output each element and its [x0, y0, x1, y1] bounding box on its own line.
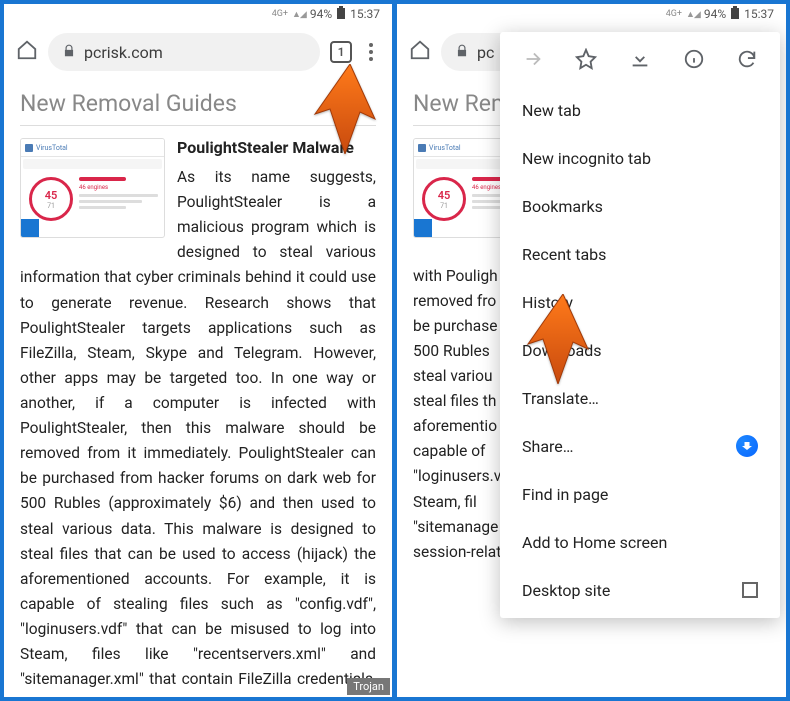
battery-icon — [336, 6, 346, 23]
menu-new-incognito[interactable]: New incognito tab — [500, 134, 780, 182]
engines-bar — [79, 177, 126, 181]
status-bar: 4G+ ▲◢ 94% 15:37 — [397, 4, 786, 24]
menu-recent-tabs[interactable]: Recent tabs — [500, 230, 780, 278]
annotation-arrow-history — [523, 294, 593, 388]
refresh-icon[interactable] — [736, 48, 758, 70]
home-icon[interactable] — [16, 39, 38, 65]
status-bar: 4G+ ▲◢ 94% 15:37 — [4, 4, 392, 24]
screenshot-right: 4G+ ▲◢ 94% 15:37 pc New Rem Vir — [395, 4, 786, 697]
url-text: pcrisk.com — [84, 43, 163, 62]
address-bar[interactable]: pcrisk.com — [48, 33, 320, 71]
info-icon[interactable] — [683, 48, 705, 70]
lock-icon — [62, 43, 76, 62]
network-type: 4G+ — [666, 9, 682, 19]
clock: 15:37 — [744, 7, 774, 21]
screenshot-left: 4G+ ▲◢ 94% 15:37 pcrisk.com 1 New Remova… — [4, 4, 395, 697]
menu-desktop-site[interactable]: Desktop site — [500, 566, 780, 614]
url-text: pc — [477, 43, 494, 62]
article: VirusTotal 45 71 46 engines — [20, 138, 376, 697]
menu-bookmarks[interactable]: Bookmarks — [500, 182, 780, 230]
annotation-arrow-menu — [310, 64, 380, 158]
battery-percent: 94% — [704, 7, 726, 21]
menu-button[interactable] — [362, 42, 380, 62]
article-thumbnail[interactable]: VirusTotal 45 71 46 engines — [20, 138, 165, 238]
network-type: 4G+ — [272, 9, 288, 19]
signal-icon: ▲◢ — [292, 9, 306, 20]
article-body: As its name suggests, PoulightStealer is… — [20, 165, 376, 697]
messenger-icon — [736, 435, 758, 457]
menu-share[interactable]: Share… — [500, 422, 780, 470]
clock: 15:37 — [350, 7, 380, 21]
category-tag: Trojan — [347, 678, 390, 695]
battery-icon — [730, 6, 740, 23]
menu-find-in-page[interactable]: Find in page — [500, 470, 780, 518]
star-icon[interactable] — [575, 48, 597, 70]
download-icon[interactable] — [629, 48, 651, 70]
tabs-button[interactable]: 1 — [330, 41, 352, 63]
page-content: New Removal Guides VirusTotal 45 71 46 e… — [4, 80, 392, 697]
lock-icon — [455, 43, 469, 62]
menu-new-tab[interactable]: New tab — [500, 86, 780, 134]
menu-add-home[interactable]: Add to Home screen — [500, 518, 780, 566]
forward-icon[interactable] — [522, 48, 544, 70]
score-gauge: 45 71 — [422, 177, 466, 221]
battery-percent: 94% — [310, 7, 332, 21]
checkbox-icon[interactable] — [742, 582, 758, 598]
home-icon[interactable] — [409, 39, 431, 65]
score-gauge: 45 71 — [29, 177, 73, 221]
signal-icon: ▲◢ — [686, 9, 700, 20]
menu-icon-row — [500, 32, 780, 86]
